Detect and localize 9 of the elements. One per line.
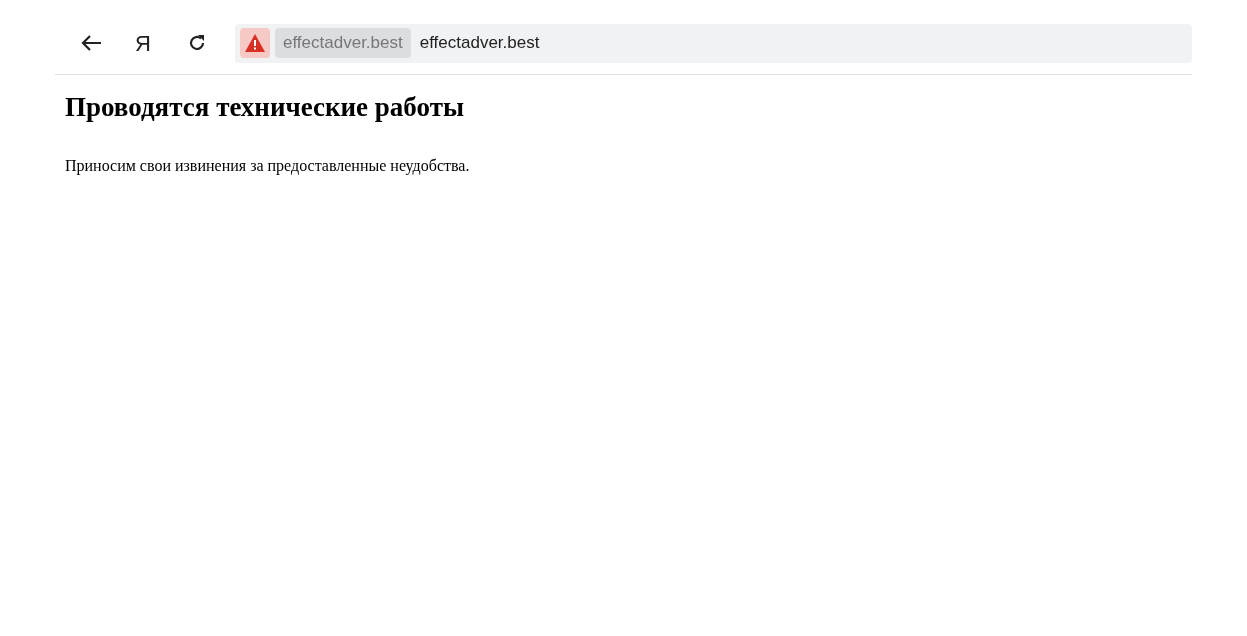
back-arrow-icon bbox=[80, 34, 102, 52]
page-heading: Проводятся технические работы bbox=[65, 91, 464, 124]
reload-icon bbox=[187, 33, 207, 53]
page-text: Приносим свои извинения за предоставленные неудобства. bbox=[65, 155, 470, 177]
warning-badge[interactable] bbox=[240, 28, 270, 58]
address-bar[interactable]: effectadver.best effectadver.best bbox=[235, 23, 1192, 63]
yandex-button[interactable]: Я bbox=[125, 25, 161, 61]
url-text: effectadver.best bbox=[419, 32, 540, 55]
warning-icon bbox=[244, 33, 266, 53]
